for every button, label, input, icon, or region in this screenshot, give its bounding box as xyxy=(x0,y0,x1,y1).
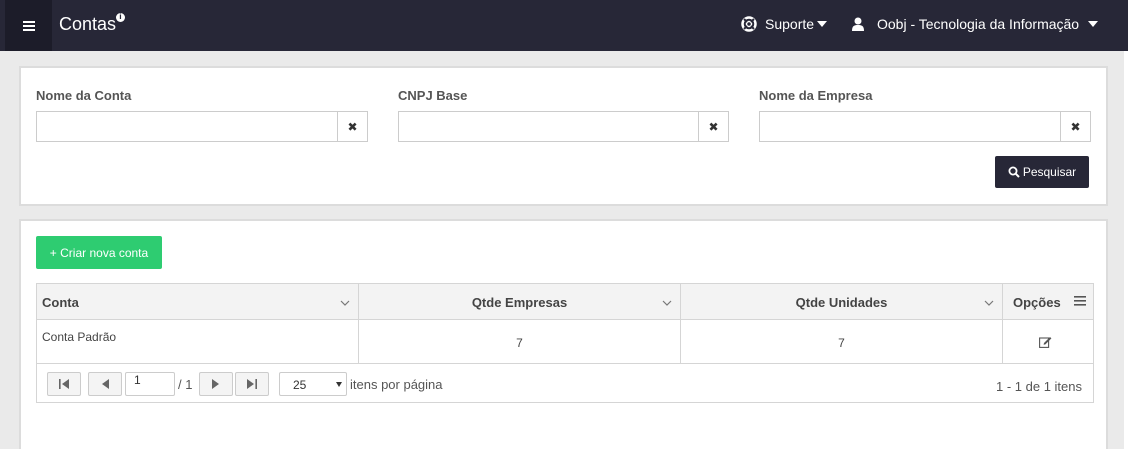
user-menu[interactable]: Oobj - Tecnologia da Informação xyxy=(852,16,1099,32)
account-name-group: ✖ xyxy=(36,111,368,142)
first-page-button[interactable] xyxy=(47,372,81,396)
company-name-input[interactable] xyxy=(759,111,1060,142)
search-icon xyxy=(1008,166,1020,178)
chevron-down-icon[interactable] xyxy=(340,298,350,308)
account-name-input[interactable] xyxy=(36,111,337,142)
page-size-select[interactable]: 25 xyxy=(279,372,347,396)
cnpj-label: CNPJ Base xyxy=(398,88,468,103)
right-edge xyxy=(1124,51,1128,449)
prev-page-icon xyxy=(102,379,109,389)
page-title: Contas xyxy=(59,14,117,34)
page-total: / 1 xyxy=(178,377,193,392)
last-page-icon xyxy=(247,379,257,389)
filter-panel: Nome da Conta ✖ CNPJ Base ✖ Nome da Empr… xyxy=(19,66,1108,206)
clear-company-name-button[interactable]: ✖ xyxy=(1060,111,1091,142)
column-header-conta[interactable]: Conta xyxy=(37,284,359,320)
page-number-input[interactable]: 1 xyxy=(125,372,175,396)
pagination: 1 / 1 25 itens por página 1 - 1 de 1 ite… xyxy=(37,365,1093,402)
edit-icon[interactable] xyxy=(1039,336,1052,348)
first-page-icon xyxy=(59,379,69,389)
next-page-icon xyxy=(212,379,219,389)
cell-conta: Conta Padrão xyxy=(37,320,359,364)
column-header-opcoes: Opções xyxy=(1003,284,1093,320)
user-label: Oobj - Tecnologia da Informação xyxy=(877,16,1080,32)
chevron-down-icon[interactable] xyxy=(984,298,994,308)
close-icon: ✖ xyxy=(1070,119,1081,134)
info-icon[interactable]: i xyxy=(116,13,125,22)
cell-opcoes xyxy=(1003,320,1093,364)
column-label: Qtde Unidades xyxy=(795,294,888,310)
clear-cnpj-button[interactable]: ✖ xyxy=(698,111,729,142)
accounts-grid: Conta Qtde Empresas Qtde Unidades Opções… xyxy=(36,283,1094,403)
close-icon: ✖ xyxy=(708,119,719,134)
caret-down-icon xyxy=(1088,21,1099,27)
user-icon xyxy=(852,17,864,31)
table-row: Conta Padrão 7 7 xyxy=(37,320,1093,364)
search-button-label: Pesquisar xyxy=(1022,165,1077,179)
column-label: Conta xyxy=(42,294,79,310)
column-menu-icon[interactable] xyxy=(1074,296,1086,306)
grid-header: Conta Qtde Empresas Qtde Unidades Opções xyxy=(37,284,1093,320)
column-header-qtde-empresas[interactable]: Qtde Empresas xyxy=(359,284,681,320)
column-header-qtde-unidades[interactable]: Qtde Unidades xyxy=(681,284,1003,320)
cell-qtde-unidades: 7 xyxy=(681,320,1003,364)
per-page-label: itens por página xyxy=(350,377,443,392)
column-label: Qtde Empresas xyxy=(471,294,568,310)
accounts-list-panel: + Criar nova conta Conta Qtde Empresas Q… xyxy=(19,219,1108,449)
search-button[interactable]: Pesquisar xyxy=(995,156,1089,188)
chevron-down-icon[interactable] xyxy=(662,298,672,308)
support-label: Suporte xyxy=(765,16,815,32)
prev-page-button[interactable] xyxy=(88,372,122,396)
last-page-button[interactable] xyxy=(235,372,269,396)
support-menu[interactable]: Suporte xyxy=(741,16,828,32)
close-icon: ✖ xyxy=(347,119,358,134)
cell-qtde-empresas: 7 xyxy=(359,320,681,364)
company-name-group: ✖ xyxy=(759,111,1091,142)
create-account-button[interactable]: + Criar nova conta xyxy=(36,236,162,269)
hamburger-icon xyxy=(22,20,35,31)
account-name-label: Nome da Conta xyxy=(36,88,132,103)
caret-down-icon xyxy=(817,21,828,27)
lifebuoy-icon xyxy=(741,16,757,32)
next-page-button[interactable] xyxy=(199,372,233,396)
cnpj-input[interactable] xyxy=(398,111,698,142)
range-info: 1 - 1 de 1 itens xyxy=(996,379,1082,394)
cnpj-group: ✖ xyxy=(398,111,729,142)
page-size-value: 25 xyxy=(293,378,307,392)
clear-account-name-button[interactable]: ✖ xyxy=(337,111,368,142)
dropdown-arrow-icon xyxy=(336,382,342,387)
top-navbar: Contas i Suporte Oobj - Tecnologia da In… xyxy=(0,0,1128,51)
hamburger-menu-button[interactable] xyxy=(5,0,52,51)
company-name-label: Nome da Empresa xyxy=(759,88,873,103)
